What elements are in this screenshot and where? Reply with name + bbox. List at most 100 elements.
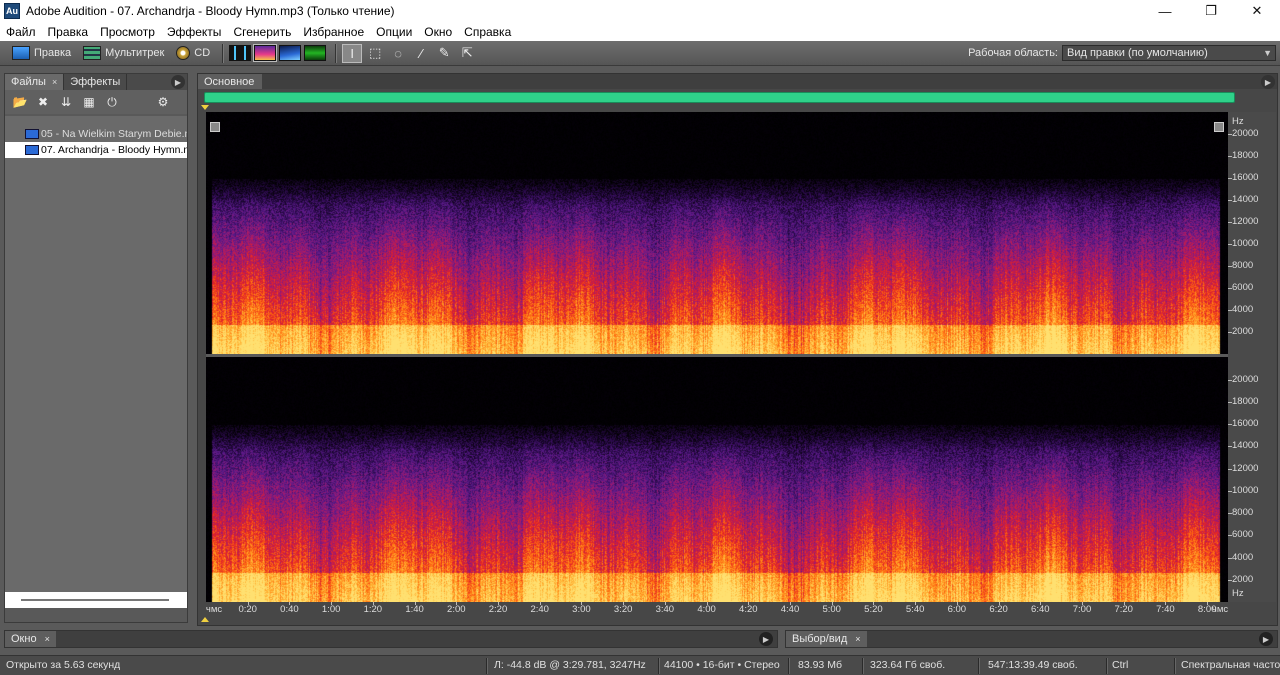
toolbar-separator [222,43,224,63]
tab-effects[interactable]: Эффекты [64,74,128,90]
status-format: 44100 • 16-бит • Стерео [664,659,780,671]
menu-effects[interactable]: Эффекты [161,25,228,39]
list-item[interactable]: 05 - Na Wielkim Starym Debie.mp3 [5,126,187,142]
frequency-unit-label: Hz [1232,588,1244,599]
menu-favorites[interactable]: Избранное [297,25,370,39]
cd-view-button[interactable]: CD [170,43,216,64]
close-icon[interactable]: × [855,634,860,644]
workspace-dropdown[interactable]: Вид правки (по умолчанию) ▼ [1062,45,1276,61]
playhead-marker[interactable] [201,617,209,622]
frequency-tick-label: 16000 [1232,418,1259,430]
main-editor-panel: Основное ▶ 20000 18000 16000 14000 12000 1000… [197,73,1278,626]
time-tick-label: 2:40 [530,604,549,615]
edit-view-label: Правка [34,47,72,59]
menu-help[interactable]: Справка [458,25,517,39]
time-tick-label: 2:00 [447,604,466,615]
zoom-corner-icon[interactable] [1214,122,1224,132]
spot-healing-icon[interactable]: ✎ [434,44,454,63]
file-list: 05 - Na Wielkim Starym Debie.mp3 07. Arc… [5,116,187,608]
horizontal-scrollbar[interactable] [5,592,187,608]
time-tick-label: 0:40 [280,604,299,615]
menu-file[interactable]: Файл [0,25,42,39]
edit-view-button[interactable]: Правка [6,43,77,64]
status-separator [1174,658,1175,674]
play-file-icon[interactable]: ⏻ [103,94,121,110]
main-toolbar: Правка Мультитрек CD I ⬚ ◌ ⁄ ✎ ⇱ Рабочая… [0,41,1280,66]
tab-window[interactable]: Окно × [5,631,56,647]
channel-right[interactable] [206,357,1228,602]
time-unit-label: чмс [1211,604,1229,615]
title-bar: Au Adobe Audition - 07. Archandrja - Blo… [0,0,1280,22]
spectral-view-icon[interactable] [253,44,278,62]
frequency-tick-label: 12000 [1232,462,1259,474]
selection-view-panel: Выбор/вид × ▶ [785,630,1278,648]
toolbar-separator [335,43,337,63]
tab-files[interactable]: Файлы × [5,74,65,90]
frequency-tick-label: 10000 [1232,484,1259,496]
status-separator [486,658,487,674]
overview-bar[interactable] [204,92,1235,103]
brush-icon[interactable]: ⁄ [411,44,431,63]
status-cursor: Л: -44.8 dB @ 3:29.781, 3247Hz [494,659,646,671]
panel-menu-icon[interactable]: ▶ [1259,632,1273,646]
frequency-tick-label: 10000 [1232,238,1259,250]
spectral-phase-view-icon[interactable] [304,45,327,61]
panel-menu-icon[interactable]: ▶ [1261,75,1275,89]
spectral-display[interactable] [206,112,1228,602]
frequency-tick-label: 18000 [1232,396,1259,407]
menu-view[interactable]: Просмотр [94,25,161,39]
close-icon[interactable]: × [52,77,57,87]
lasso-icon[interactable]: ◌ [388,44,408,63]
insert-cd-icon[interactable]: ▦ [80,94,98,110]
tab-selection-view[interactable]: Выбор/вид × [786,631,867,647]
multitrack-label: Мультитрек [105,47,165,59]
list-item[interactable]: 07. Archandrja - Bloody Hymn.mp3 [5,142,187,158]
menu-edit[interactable]: Правка [42,25,95,39]
tab-main[interactable]: Основное [198,74,263,89]
spectrogram-left[interactable] [206,112,1228,354]
marquee-icon[interactable]: ⬚ [365,44,385,63]
close-button[interactable]: ✕ [1234,0,1280,22]
zoom-corner-icon[interactable] [210,122,220,132]
playhead-marker[interactable] [201,105,209,110]
time-tick-label: 6:40 [1031,604,1050,615]
minimize-button[interactable]: — [1142,0,1188,22]
status-view-mode: Спектральная частота [1181,659,1280,671]
status-separator [1106,658,1107,674]
close-icon[interactable]: × [45,634,50,644]
file-options-icon[interactable]: ⚙ [154,94,172,110]
channel-left[interactable] [206,112,1228,354]
tab-window-label: Окно [11,633,37,645]
status-modifier: Ctrl [1112,659,1129,671]
time-tick-label: 7:20 [1114,604,1133,615]
close-file-icon[interactable]: ✖ [34,94,52,110]
edit-view-icon [12,46,30,60]
time-tick-label: 7:40 [1156,604,1175,615]
status-separator [658,658,659,674]
frequency-tick-label: 12000 [1232,216,1259,228]
panel-menu-icon[interactable]: ▶ [171,75,185,89]
frequency-tick-label: 14000 [1232,440,1259,452]
time-tick-label: 7:00 [1072,604,1092,615]
status-free-space: 323.64 Гб своб. [870,659,946,671]
time-tick-label: 4:20 [739,604,758,615]
frequency-tick-label: 8000 [1232,507,1254,519]
spectral-pan-view-icon[interactable] [279,45,302,61]
menu-options[interactable]: Опции [370,25,418,39]
spectrogram-right[interactable] [206,357,1228,602]
time-unit-label: чмс [205,604,223,615]
multitrack-view-button[interactable]: Мультитрек [77,43,170,64]
maximize-button[interactable]: ❐ [1188,0,1234,22]
multitrack-icon [83,46,102,60]
open-file-icon[interactable]: 📂 [11,94,29,110]
scrub-icon[interactable]: ⇱ [457,44,477,63]
time-tick-label: 4:40 [780,604,800,615]
scrollbar-thumb[interactable] [21,599,169,601]
waveform-view-icon[interactable] [229,45,252,61]
menu-window[interactable]: Окно [418,25,458,39]
time-ruler[interactable]: чмс 0:20 0:40 1:00 1:20 1:40 2:00 2:20 2:40 3:00 3… [204,602,1228,618]
insert-multitrack-icon[interactable]: ⇊ [57,94,75,110]
menu-generate[interactable]: Сгенерить [227,25,297,39]
time-selection-icon[interactable]: I [342,43,363,63]
panel-menu-icon[interactable]: ▶ [759,632,773,646]
